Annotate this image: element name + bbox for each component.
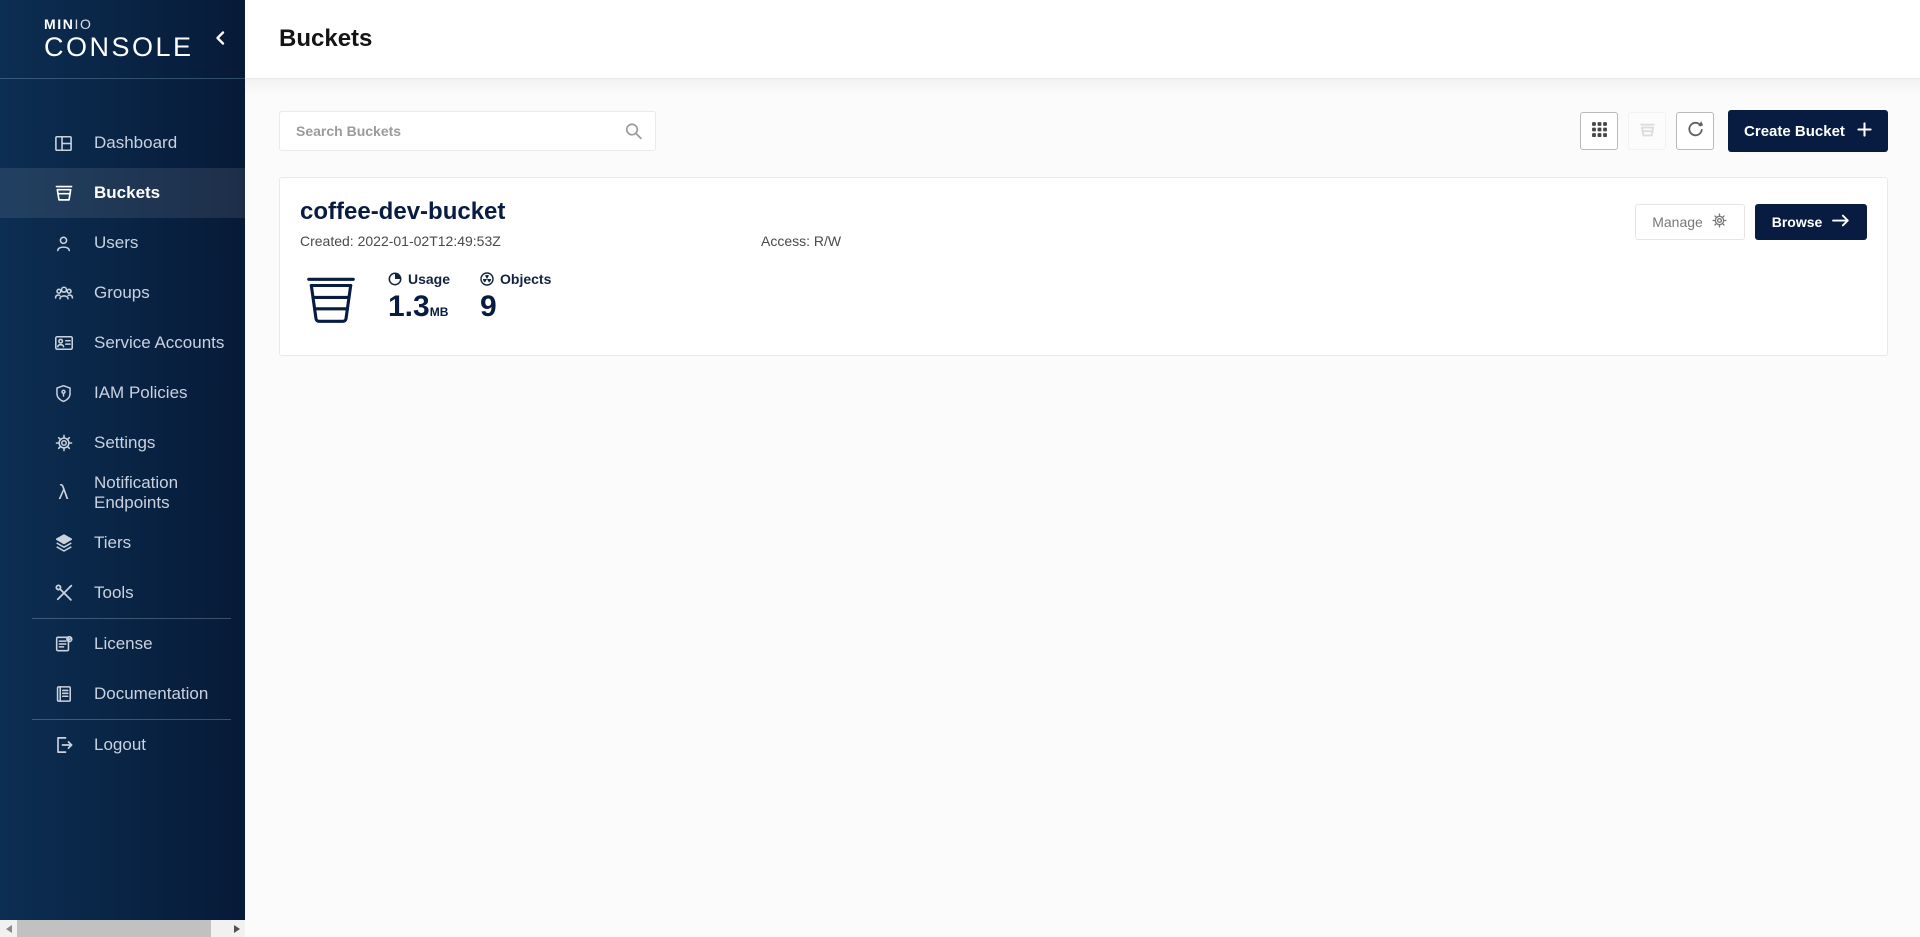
bucket-card: coffee-dev-bucket Created: 2022-01-02T12…: [279, 177, 1888, 356]
grid-view-button[interactable]: [1580, 112, 1618, 150]
objects-icon: [480, 272, 494, 286]
sidebar-item-label: Groups: [94, 283, 150, 303]
toolbar-actions: Create Bucket: [1570, 110, 1888, 152]
sidebar-item-label: Notification Endpoints: [94, 473, 245, 513]
sidebar-item-label: Tools: [94, 583, 134, 603]
sidebar-item-label: Settings: [94, 433, 155, 453]
scrollbar-right-arrow-icon[interactable]: [228, 920, 245, 937]
dashboard-icon: [53, 133, 74, 154]
manage-button[interactable]: Manage: [1635, 204, 1745, 240]
usage-value: 1.3: [388, 290, 430, 323]
sidebar-item-logout[interactable]: Logout: [0, 720, 245, 770]
documentation-icon: [53, 684, 74, 705]
license-icon: [53, 634, 74, 655]
bucket-access-text: Access: R/W: [761, 233, 841, 249]
sidebar-item-tools[interactable]: Tools: [0, 568, 245, 618]
chevron-left-icon: [213, 30, 227, 49]
minio-console-logo: MINIO CONSOLE: [44, 17, 194, 61]
horizontal-scrollbar[interactable]: [0, 920, 245, 937]
tools-icon: [53, 583, 74, 604]
gear-icon: [53, 433, 74, 454]
scrollbar-track[interactable]: [17, 920, 228, 937]
refresh-button[interactable]: [1676, 112, 1714, 150]
bucket-icon: [302, 271, 360, 329]
gear-icon: [1711, 212, 1728, 232]
sidebar-item-settings[interactable]: Settings: [0, 418, 245, 468]
minio-console-app: MINIO CONSOLE Dashboard: [0, 0, 1920, 937]
plus-icon: [1857, 122, 1872, 141]
sidebar-item-buckets[interactable]: Buckets: [0, 168, 245, 218]
objects-value: 9: [480, 292, 551, 322]
sidebar-item-label: Dashboard: [94, 133, 177, 153]
sidebar-item-tiers[interactable]: Tiers: [0, 518, 245, 568]
content-area: Create Bucket coffee-dev-bucket Created:…: [245, 79, 1920, 937]
logout-icon: [53, 735, 74, 756]
bucket-icon: [53, 183, 74, 204]
bucket-card-actions: Manage Browse: [1635, 204, 1867, 240]
browse-button[interactable]: Browse: [1755, 204, 1867, 240]
list-view-button[interactable]: [1628, 112, 1666, 150]
browse-label: Browse: [1772, 214, 1823, 230]
sidebar-item-service-accounts[interactable]: Service Accounts: [0, 318, 245, 368]
sidebar-item-label: Service Accounts: [94, 333, 224, 353]
sidebar-menu: Dashboard Buckets Users: [0, 79, 245, 770]
sidebar-item-iam-policies[interactable]: IAM Policies: [0, 368, 245, 418]
user-icon: [53, 233, 74, 254]
sidebar-item-label: Tiers: [94, 533, 131, 553]
scrollbar-thumb[interactable]: [17, 920, 211, 937]
sidebar-item-documentation[interactable]: Documentation: [0, 669, 245, 719]
objects-metric: Objects 9: [480, 271, 551, 322]
create-bucket-button[interactable]: Create Bucket: [1728, 110, 1888, 152]
usage-label: Usage: [408, 271, 450, 287]
list-view-icon: [1638, 120, 1657, 142]
toolbar-row: Create Bucket: [279, 110, 1888, 152]
layers-icon: [53, 533, 74, 554]
bucket-name-link[interactable]: coffee-dev-bucket: [300, 198, 505, 226]
grid-view-icon: [1591, 121, 1608, 141]
lambda-icon: λ: [53, 483, 74, 504]
search-icon: [624, 122, 643, 141]
search-box: [279, 111, 656, 151]
sidebar-item-dashboard[interactable]: Dashboard: [0, 118, 245, 168]
usage-pie-icon: [388, 272, 402, 286]
page-title: Buckets: [279, 25, 372, 53]
sidebar-collapse-button[interactable]: [207, 26, 233, 52]
create-bucket-label: Create Bucket: [1744, 123, 1845, 140]
sidebar-item-label: License: [94, 634, 153, 654]
refresh-icon: [1686, 120, 1705, 142]
sidebar-item-users[interactable]: Users: [0, 218, 245, 268]
bucket-metrics-row: Usage 1.3MB Objects 9: [300, 271, 1867, 329]
sidebar: MINIO CONSOLE Dashboard: [0, 0, 245, 937]
bucket-meta-row: Created: 2022-01-02T12:49:53Z Access: R/…: [300, 233, 1867, 249]
objects-label: Objects: [500, 271, 551, 287]
bucket-created-text: Created: 2022-01-02T12:49:53Z: [300, 233, 761, 249]
sidebar-item-label: Buckets: [94, 183, 160, 203]
scrollbar-left-arrow-icon[interactable]: [0, 920, 17, 937]
sidebar-item-groups[interactable]: Groups: [0, 268, 245, 318]
shield-key-icon: [53, 383, 74, 404]
sidebar-nav: MINIO CONSOLE Dashboard: [0, 0, 245, 920]
sidebar-item-license[interactable]: License: [0, 619, 245, 669]
usage-unit: MB: [430, 305, 449, 319]
manage-label: Manage: [1652, 214, 1703, 230]
arrow-right-icon: [1831, 213, 1850, 231]
groups-icon: [53, 283, 74, 304]
sidebar-item-notification-endpoints[interactable]: λ Notification Endpoints: [0, 468, 245, 518]
sidebar-item-label: Users: [94, 233, 138, 253]
sidebar-item-label: IAM Policies: [94, 383, 188, 403]
brand-line-2: CONSOLE: [44, 33, 194, 61]
search-input[interactable]: [280, 112, 655, 150]
sidebar-item-label: Logout: [94, 735, 146, 755]
page-header: Buckets: [245, 0, 1920, 79]
logo-row: MINIO CONSOLE: [0, 0, 245, 79]
main-panel: Buckets: [245, 0, 1920, 937]
usage-metric: Usage 1.3MB: [388, 271, 450, 322]
id-card-icon: [53, 333, 74, 354]
sidebar-item-label: Documentation: [94, 684, 208, 704]
brand-line-1: MINIO: [44, 17, 194, 32]
